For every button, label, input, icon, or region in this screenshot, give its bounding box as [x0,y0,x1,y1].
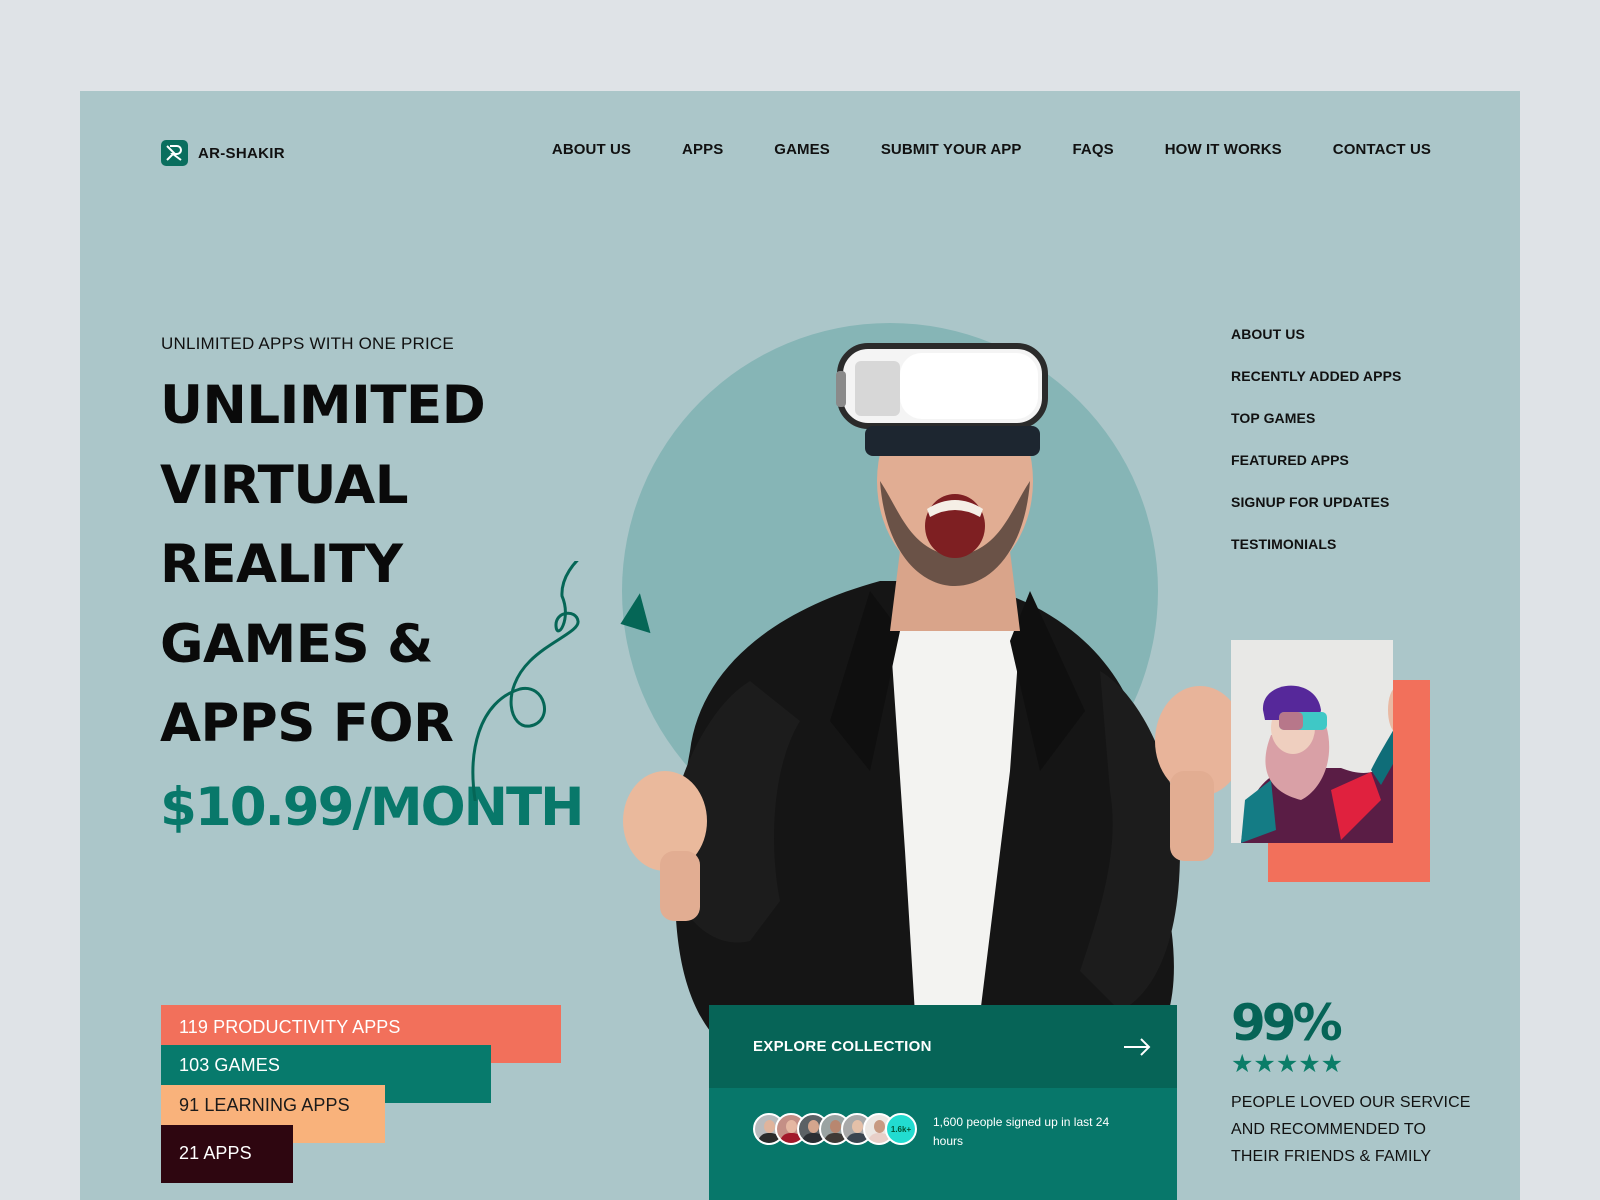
stat-label: 21 APPS [179,1143,252,1163]
r-logo-icon [161,140,188,166]
avatar-count-badge: 1.6k+ [885,1113,917,1145]
nav-how-it-works[interactable]: HOW IT WORKS [1165,141,1282,158]
brand-name: AR-SHAKIR [198,144,285,162]
explore-collection-button[interactable]: EXPLORE COLLECTION [709,1005,1177,1088]
stat-bar-apps[interactable]: 21 APPS [161,1125,293,1183]
stat-label: 91 LEARNING APPS [179,1095,350,1115]
headline-line: VIRTUAL [160,454,409,516]
stat-label: 119 PRODUCTIVITY APPS [179,1017,401,1037]
avatar-stack: 1.6k+ [753,1113,917,1145]
headline-line: UNLIMITED [160,375,486,436]
explore-collection-card: EXPLORE COLLECTION 1.6k+ 1,600 people si… [709,1005,1177,1200]
headline-line: GAMES & [160,613,433,675]
headline-line: APPS FOR [160,693,454,754]
signup-text: 1,600 people signed up in last 24 hours [933,1115,1110,1148]
signup-summary: 1.6k+ 1,600 people signed up in last 24 … [709,1088,1177,1151]
brand-logo[interactable]: AR-SHAKIR [161,140,285,166]
side-nav-top-games[interactable]: TOP GAMES [1231,410,1401,426]
headline-line: REALITY [160,534,403,595]
side-nav-about-us[interactable]: ABOUT US [1231,326,1401,342]
side-nav-recently-added-apps[interactable]: RECENTLY ADDED APPS [1231,368,1401,384]
feature-photo-card [1231,640,1431,882]
stat-label: 103 GAMES [179,1055,280,1075]
rating-block: 99% ★★★★★ PEOPLE LOVED OUR SERVICE AND R… [1231,995,1471,1170]
nav-submit-your-app[interactable]: SUBMIT YOUR APP [881,141,1022,158]
top-nav: ABOUT US APPS GAMES SUBMIT YOUR APP FAQS… [552,141,1431,158]
explore-collection-label: EXPLORE COLLECTION [753,1038,932,1055]
rating-value: 99% [1231,994,1343,1052]
side-nav: ABOUT US RECENTLY ADDED APPS TOP GAMES F… [1231,326,1401,552]
side-nav-featured-apps[interactable]: FEATURED APPS [1231,452,1401,468]
arrow-right-icon [1124,1037,1151,1056]
nav-faqs[interactable]: FAQS [1073,141,1114,158]
nav-contact-us[interactable]: CONTACT US [1333,141,1431,158]
nav-apps[interactable]: APPS [682,141,723,158]
hero-eyebrow: UNLIMITED APPS WITH ONE PRICE [161,334,454,353]
nav-games[interactable]: GAMES [774,141,830,158]
side-nav-testimonials[interactable]: TESTIMONIALS [1231,536,1401,552]
side-nav-signup-for-updates[interactable]: SIGNUP FOR UPDATES [1231,494,1401,510]
rating-text: PEOPLE LOVED OUR SERVICE AND RECOMMENDED… [1231,1094,1471,1165]
star-rating-icon: ★★★★★ [1231,1050,1344,1078]
hero-panel: AR-SHAKIR ABOUT US APPS GAMES SUBMIT YOU… [80,91,1520,1200]
hero-headline: UNLIMITED VIRTUAL REALITY GAMES & APPS F… [160,366,486,764]
hero-vr-man-image [623,343,1245,1096]
nav-about-us[interactable]: ABOUT US [552,141,631,158]
feature-photo-image [1231,640,1393,843]
